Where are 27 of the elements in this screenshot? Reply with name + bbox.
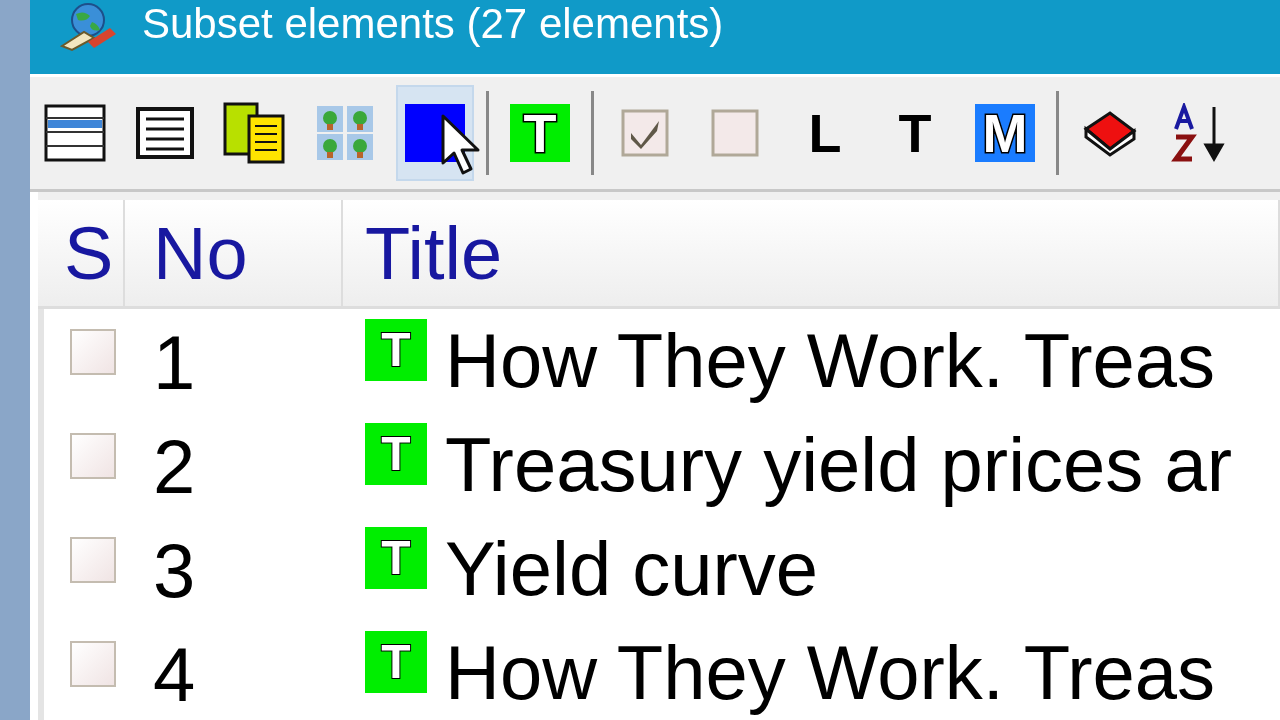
document-icon bbox=[136, 107, 194, 159]
table-cell: Yield curve bbox=[445, 527, 819, 607]
window-title: Subset elements (27 elements) bbox=[142, 0, 724, 49]
type-badge: T bbox=[365, 631, 427, 693]
row-checkbox[interactable] bbox=[70, 433, 116, 479]
type-badge: T bbox=[365, 527, 427, 589]
checkbox-icon bbox=[711, 109, 759, 157]
checked-box-icon bbox=[621, 109, 669, 157]
list-icon bbox=[44, 104, 106, 162]
type-badge: T bbox=[365, 423, 427, 485]
book-icon bbox=[1082, 109, 1138, 157]
table-cell: 4 bbox=[153, 630, 196, 718]
row-checkbox[interactable] bbox=[70, 329, 116, 375]
row-checkbox[interactable] bbox=[70, 641, 116, 687]
type-badge: T bbox=[365, 319, 427, 381]
toolbar-button[interactable]: T bbox=[876, 85, 954, 181]
thumbnails-icon bbox=[315, 104, 375, 162]
column-header[interactable]: S bbox=[38, 200, 125, 306]
table-cell: 2 bbox=[153, 422, 196, 510]
toolbar-button[interactable]: M bbox=[966, 85, 1044, 181]
copy-icon bbox=[223, 102, 287, 164]
table-cell: 3 bbox=[153, 526, 196, 614]
table-cell: 1 bbox=[153, 318, 196, 406]
column-header[interactable]: Title bbox=[343, 200, 1280, 306]
column-header[interactable]: No bbox=[125, 200, 343, 306]
row-checkbox[interactable] bbox=[70, 537, 116, 583]
toolbar-button[interactable]: L bbox=[786, 85, 864, 181]
